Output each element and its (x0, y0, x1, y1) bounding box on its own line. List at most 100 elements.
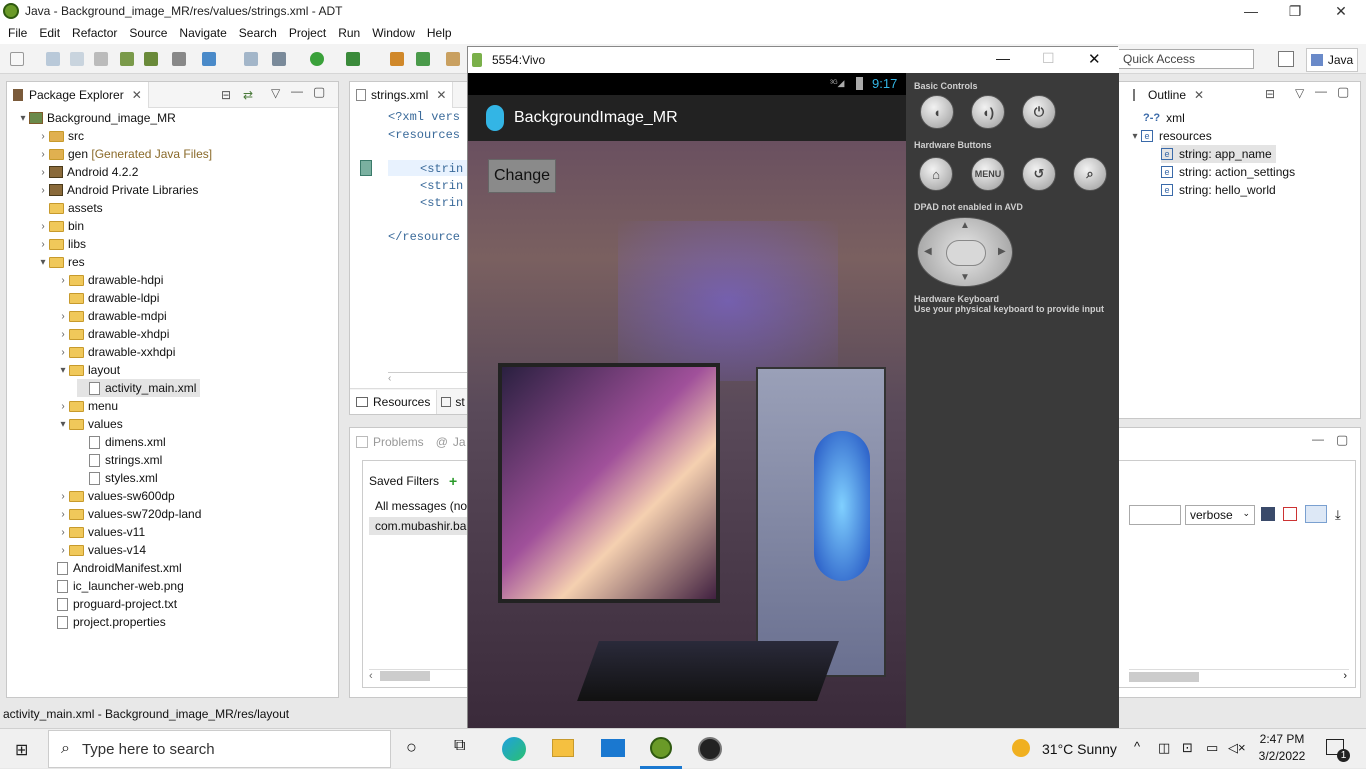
search-button[interactable]: ⌕ (1073, 157, 1107, 191)
save-all-icon[interactable] (70, 52, 84, 66)
adt-taskbar-icon[interactable] (650, 737, 672, 759)
security-icon[interactable]: ⊡ (1182, 740, 1193, 756)
scroll-lock-icon[interactable]: ⤓ (1335, 507, 1341, 523)
tree-item-proguard[interactable]: proguard-project.txt (45, 595, 177, 613)
close-icon[interactable]: ✕ (1194, 88, 1204, 102)
chevron-right-icon[interactable]: › (37, 131, 49, 142)
chevron-right-icon[interactable]: › (57, 347, 69, 358)
edge-icon[interactable] (502, 737, 526, 761)
tree-item-res[interactable]: ▾ res (37, 253, 84, 271)
tree-item-assets[interactable]: assets (37, 199, 103, 217)
open-perspective-icon[interactable] (1278, 51, 1294, 67)
toggle-layout-icon[interactable] (1305, 505, 1327, 523)
filter-all-messages[interactable]: All messages (no f (375, 499, 474, 513)
menu-run[interactable]: Run (332, 26, 366, 40)
tree-item-drawable-ldpi[interactable]: drawable-ldpi (57, 289, 159, 307)
outline-item-hello-world[interactable]: e string: hello_world (1161, 181, 1276, 199)
file-explorer-icon[interactable] (552, 739, 574, 757)
tree-item-values-sw720dp-land[interactable]: › values-sw720dp-land (57, 505, 201, 523)
collapse-all-icon[interactable]: ⊟ (1265, 87, 1275, 101)
avd-manager-icon[interactable] (144, 52, 158, 66)
menu-project[interactable]: Project (283, 26, 332, 40)
volume-up-button[interactable]: ◖) (971, 95, 1005, 129)
view-menu-icon[interactable]: ▽ (271, 86, 280, 100)
tree-item-project-properties[interactable]: project.properties (45, 613, 166, 631)
chevron-right-icon[interactable]: › (37, 239, 49, 250)
menu-navigate[interactable]: Navigate (173, 26, 232, 40)
minimize-view-icon[interactable]: — (1312, 432, 1324, 446)
chevron-right-icon[interactable]: › (57, 311, 69, 322)
close-icon[interactable]: ✕ (132, 88, 142, 102)
chevron-right-icon[interactable]: › (57, 545, 69, 556)
collapse-all-icon[interactable]: ⊟ (221, 88, 231, 102)
tree-item-styles[interactable]: styles.xml (77, 469, 158, 487)
debug-icon[interactable] (272, 52, 286, 66)
tab-resources[interactable]: Resources (350, 389, 438, 414)
tree-item-activity-main[interactable]: activity_main.xml (77, 379, 201, 397)
back-button[interactable]: ↺ (1022, 157, 1056, 191)
close-button[interactable]: ✕ (1088, 50, 1101, 68)
tab-problems[interactable]: Problems (373, 435, 424, 449)
menu-help[interactable]: Help (421, 26, 458, 40)
java-perspective-button[interactable]: Java (1306, 48, 1358, 72)
log-level-select[interactable]: verbose ⌄ (1185, 505, 1255, 525)
code-line[interactable]: <strin (420, 162, 463, 176)
meet-now-icon[interactable]: ◫ (1158, 740, 1170, 756)
minimize-button[interactable]: — (996, 50, 1010, 66)
chevron-right-icon[interactable]: › (57, 401, 69, 412)
change-button[interactable]: Change (488, 159, 556, 193)
tab-strings-xml[interactable]: strings.xml ✕ (350, 81, 454, 108)
outline-item-app-name[interactable]: e string: app_name (1161, 145, 1276, 163)
chevron-right-icon[interactable]: › (37, 185, 49, 196)
tree-item-values[interactable]: ▾ values (57, 415, 122, 433)
maximize-view-icon[interactable]: ▢ (1336, 432, 1348, 448)
save-log-icon[interactable] (1261, 507, 1275, 521)
chevron-right-icon[interactable]: › (57, 275, 69, 286)
chevron-right-icon[interactable]: › (1343, 670, 1347, 682)
chevron-right-icon[interactable]: › (37, 221, 49, 232)
tab-package-explorer[interactable]: Package Explorer ✕ (7, 81, 149, 108)
chevron-right-icon[interactable]: › (37, 149, 49, 160)
print-icon[interactable] (94, 52, 108, 66)
weather-text[interactable]: 31°C Sunny (1042, 741, 1117, 757)
new-package-icon[interactable] (390, 52, 404, 66)
tree-project[interactable]: ▾ Background_image_MR (17, 109, 175, 127)
maximize-button[interactable]: ☐ (1042, 50, 1055, 67)
code-line[interactable]: <strin (420, 179, 463, 193)
minimize-view-icon[interactable]: — (291, 84, 303, 98)
android-sdk-icon[interactable] (120, 52, 134, 66)
tree-item-drawable-mdpi[interactable]: › drawable-mdpi (57, 307, 166, 325)
new-class-icon[interactable] (416, 52, 430, 66)
view-menu-icon[interactable]: ▽ (1295, 86, 1304, 100)
outline-item-action-settings[interactable]: e string: action_settings (1161, 163, 1295, 181)
maximize-view-icon[interactable]: ▢ (1337, 84, 1349, 100)
tree-item-libs[interactable]: › libs (37, 235, 86, 253)
chevron-right-icon[interactable]: › (57, 329, 69, 340)
code-line[interactable]: <strin (420, 196, 463, 210)
tree-item-strings[interactable]: strings.xml (77, 451, 162, 469)
task-view-icon[interactable]: ⧉ (454, 737, 465, 755)
power-button[interactable]: ⏻ (1022, 95, 1056, 129)
tree-item-manifest[interactable]: AndroidManifest.xml (45, 559, 182, 577)
home-button[interactable]: ⌂ (919, 157, 953, 191)
code-line[interactable]: <?xml vers (388, 110, 460, 124)
mail-icon[interactable] (601, 739, 625, 757)
clear-log-icon[interactable] (1283, 507, 1297, 521)
chevron-down-icon[interactable]: ▾ (17, 113, 29, 124)
menu-file[interactable]: File (2, 26, 33, 40)
filters-scrollbar[interactable]: ‹ (369, 669, 467, 685)
amd-icon[interactable] (698, 737, 722, 761)
chevron-down-icon[interactable]: ▾ (1129, 131, 1141, 142)
tree-item-dimens[interactable]: dimens.xml (77, 433, 166, 451)
check-icon[interactable] (202, 52, 216, 66)
quick-access-input[interactable]: Quick Access (1118, 49, 1254, 69)
taskbar-search-box[interactable]: ⌕ Type here to search (48, 730, 391, 768)
menu-search[interactable]: Search (233, 26, 283, 40)
tree-item-drawable-xxhdpi[interactable]: › drawable-xxhdpi (57, 343, 175, 361)
menu-button[interactable]: MENU (971, 157, 1005, 191)
tree-item-drawable-xhdpi[interactable]: › drawable-xhdpi (57, 325, 169, 343)
volume-muted-icon[interactable]: ◁× (1228, 740, 1246, 756)
outline-item-xml[interactable]: ?-? xml (1143, 109, 1185, 127)
save-icon[interactable] (46, 52, 60, 66)
tree-item-android-422[interactable]: › Android 4.2.2 (37, 163, 138, 181)
